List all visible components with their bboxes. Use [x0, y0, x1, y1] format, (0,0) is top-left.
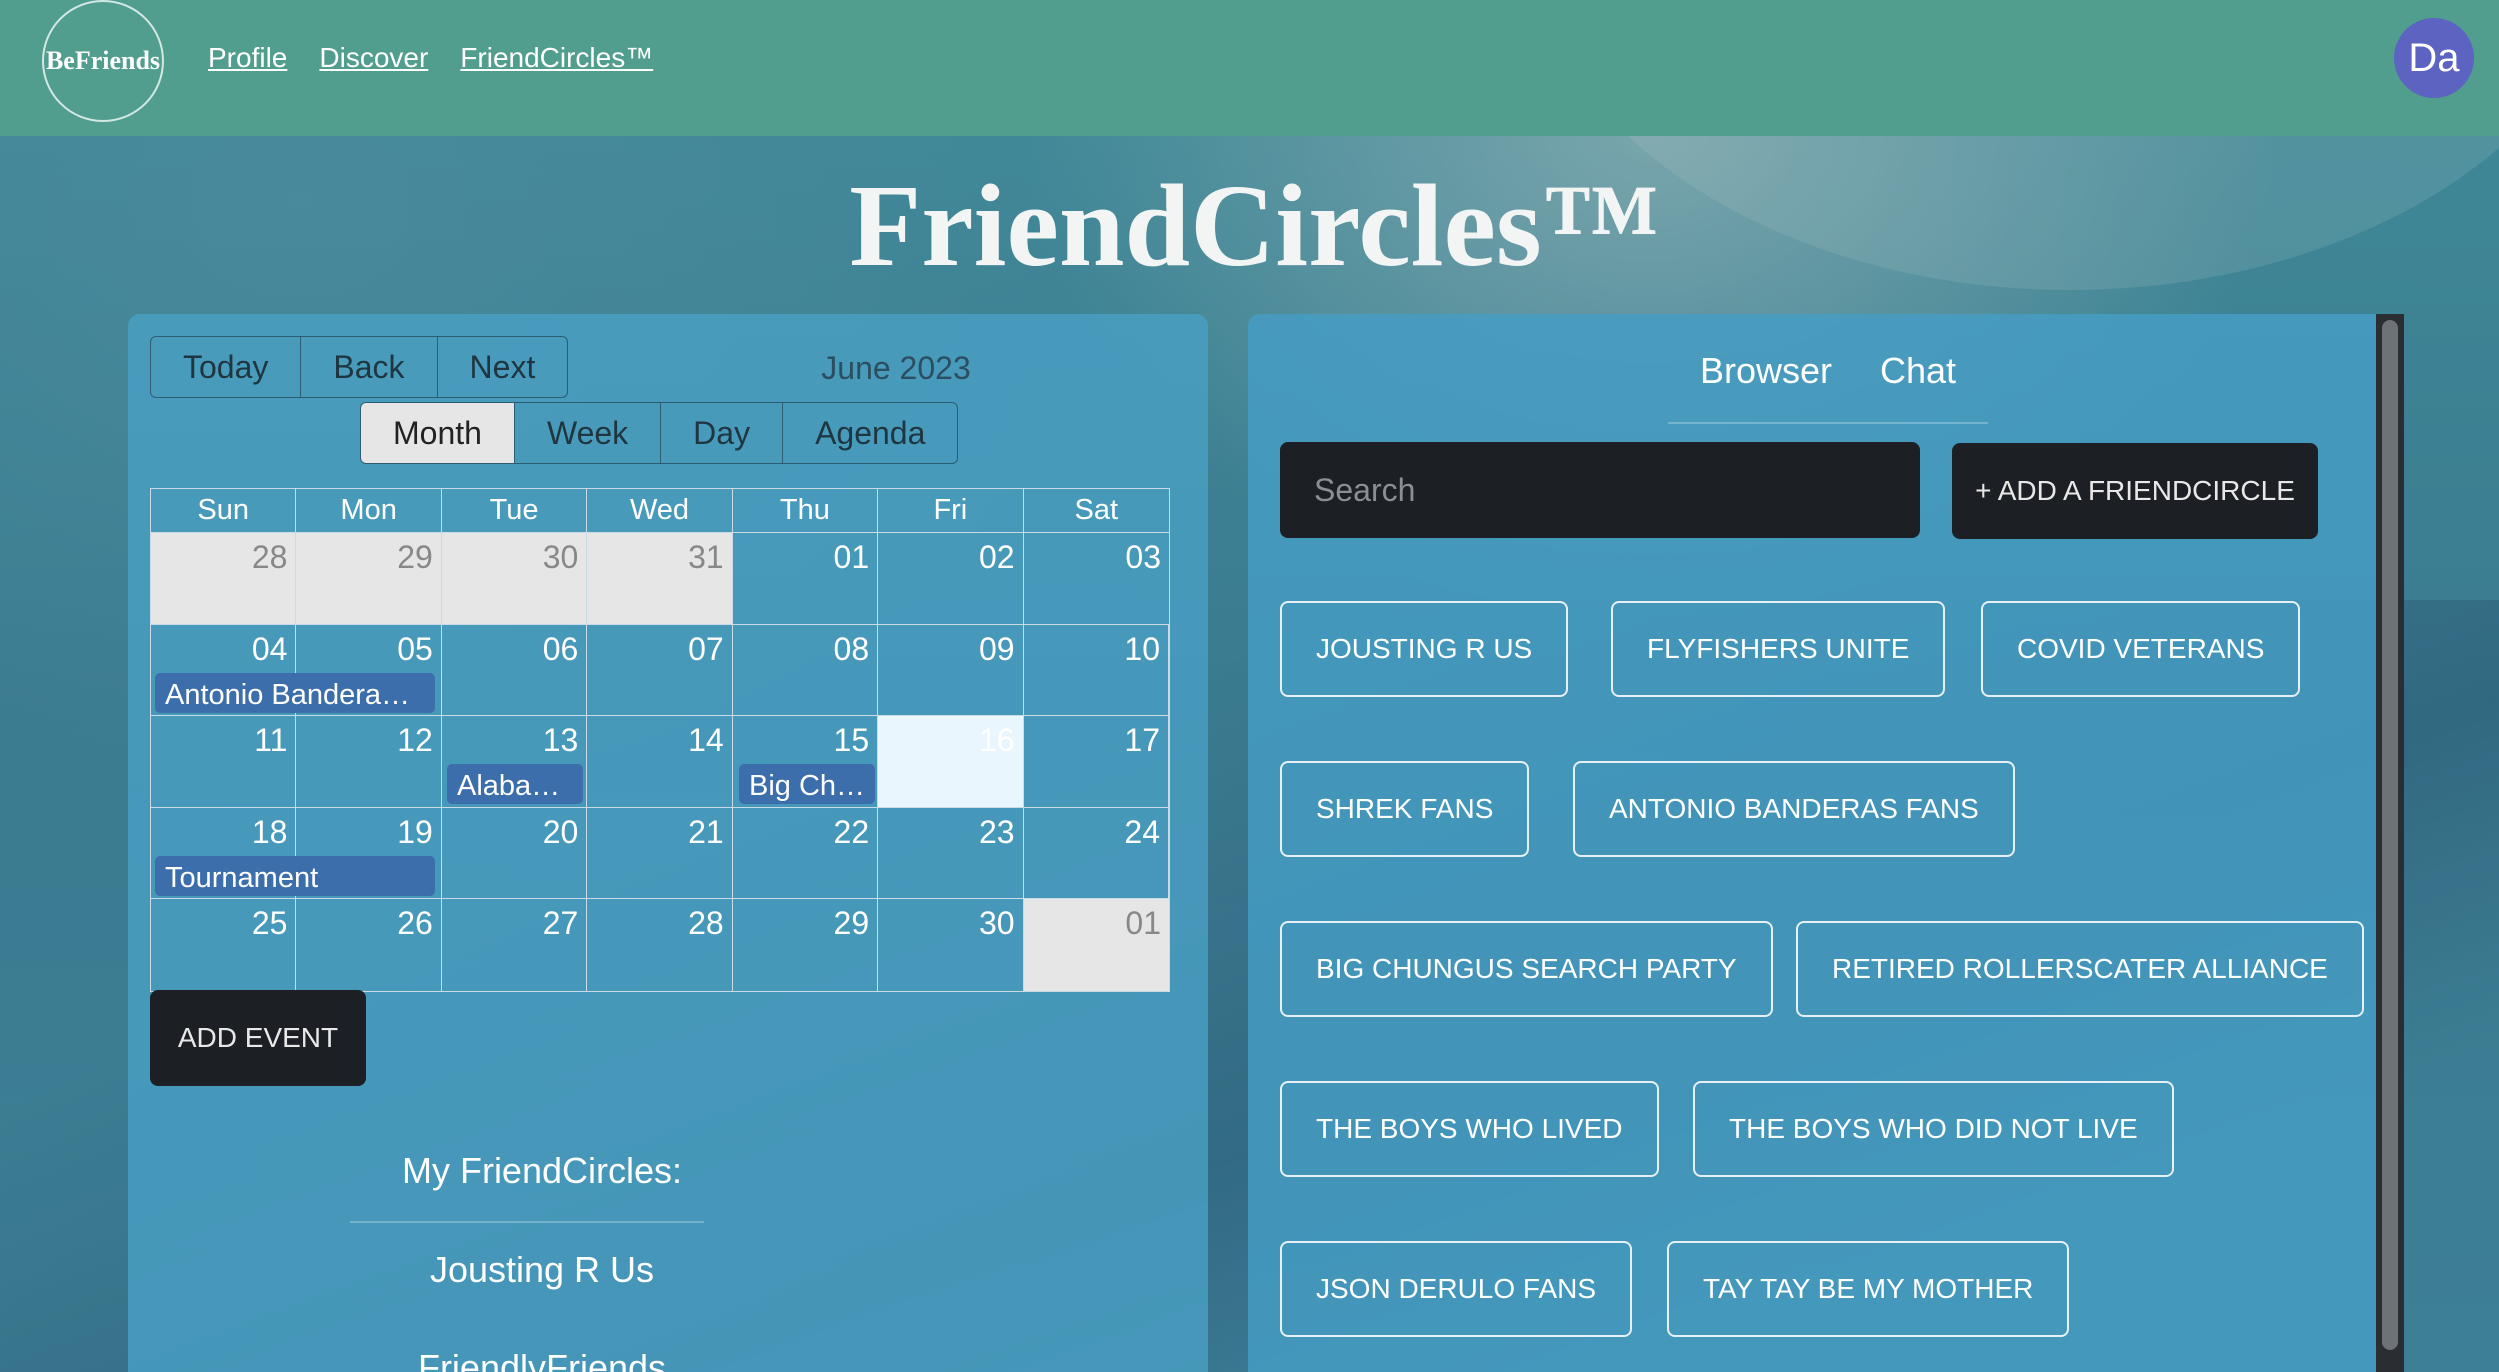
- calendar-event[interactable]: Big Ch…: [739, 764, 875, 804]
- calendar-day[interactable]: 30: [441, 533, 588, 624]
- month-label: June 2023: [821, 350, 971, 386]
- nav-link-profile[interactable]: Profile: [208, 42, 287, 74]
- weekday-label: Mon: [296, 489, 442, 533]
- calendar-day[interactable]: 29: [733, 899, 879, 991]
- calendar-day[interactable]: 17: [1024, 716, 1169, 807]
- view-day-button[interactable]: Day: [661, 402, 784, 464]
- friendcircle-chip[interactable]: JOUSTING R US: [1280, 601, 1569, 697]
- friendcircle-chip[interactable]: THE BOYS WHO LIVED: [1280, 1081, 1659, 1177]
- calendar-event[interactable]: Antonio Bandera…: [155, 672, 435, 713]
- calendar-nav-buttons: Today Back Next: [150, 336, 569, 398]
- friendcircle-chip[interactable]: FLYFISHERS UNITE: [1611, 601, 1946, 697]
- view-week-button[interactable]: Week: [514, 402, 662, 464]
- friendcircle-chip[interactable]: COVID VETERANS: [1981, 601, 2301, 697]
- search-input[interactable]: [1280, 442, 1920, 538]
- weekday-label: Sun: [151, 489, 297, 533]
- weekday-label: Tue: [441, 489, 588, 533]
- nav-link-discover[interactable]: Discover: [319, 42, 428, 74]
- calendar-day[interactable]: 14: [587, 716, 733, 807]
- calendar-day[interactable]: 27: [442, 899, 588, 991]
- calendar-day[interactable]: 29: [296, 533, 442, 624]
- logo[interactable]: BeFriends: [42, 0, 164, 122]
- calendar-view-buttons: Month Week Day Agenda: [360, 402, 959, 464]
- calendar-day[interactable]: 03: [1024, 533, 1169, 624]
- calendar-event[interactable]: Tournament: [155, 855, 435, 896]
- my-circle-item[interactable]: FriendlyFriends: [128, 1347, 928, 1372]
- calendar-day[interactable]: 25: [151, 899, 297, 991]
- main-nav: Profile Discover FriendCircles™: [208, 42, 653, 74]
- month-calendar: Sun Mon Tue Wed Thu Fri Sat 28 29 30 31 …: [150, 488, 1170, 992]
- today-button[interactable]: Today: [150, 336, 302, 398]
- scrollbar-thumb[interactable]: [2382, 320, 2398, 1350]
- calendar-day[interactable]: 22: [733, 807, 879, 898]
- tab-browser[interactable]: Browser: [1700, 350, 1832, 392]
- scrollbar[interactable]: [2376, 314, 2404, 1372]
- calendar-week: 18 19 20 21 22 23 24 Tournament: [151, 807, 1169, 899]
- calendar-day[interactable]: 11: [151, 716, 297, 807]
- calendar-panel: Today Back Next June 2023 Month Week Day…: [128, 314, 1208, 1372]
- my-circle-item[interactable]: Jousting R Us: [128, 1249, 928, 1291]
- friendcircle-chip[interactable]: JSON DERULO FANS: [1280, 1241, 1633, 1337]
- friendcircle-chip[interactable]: BIG CHUNGUS SEARCH PARTY: [1280, 921, 1773, 1017]
- weekday-label: Fri: [878, 489, 1024, 533]
- calendar-day[interactable]: 07: [587, 624, 733, 715]
- calendar-day[interactable]: 10: [1024, 624, 1169, 715]
- nav-link-friendcircles[interactable]: FriendCircles™: [460, 42, 653, 74]
- calendar-week: 25 26 27 28 29 30 01: [151, 899, 1169, 991]
- add-friendcircle-button[interactable]: + ADD A FRIENDCIRCLE: [1952, 443, 2318, 539]
- top-bar: BeFriends Profile Discover FriendCircles…: [0, 0, 2499, 136]
- friendcircle-chip[interactable]: SHREK FANS: [1280, 761, 1530, 857]
- add-event-button[interactable]: ADD EVENT: [150, 990, 366, 1086]
- calendar-day[interactable]: 24: [1024, 807, 1169, 898]
- calendar-day-today[interactable]: 16: [878, 716, 1024, 807]
- weekday-header: Sun Mon Tue Wed Thu Fri Sat: [151, 489, 1169, 533]
- friendcircle-chip[interactable]: THE BOYS WHO DID NOT LIVE: [1693, 1081, 2174, 1177]
- page-title: FriendCircles™: [849, 160, 1660, 291]
- calendar-event[interactable]: Alaba…: [447, 764, 583, 804]
- calendar-week: 04 05 06 07 08 09 10 Antonio Bandera…: [151, 624, 1169, 716]
- calendar-day[interactable]: 21: [587, 807, 733, 898]
- back-button[interactable]: Back: [301, 336, 438, 398]
- calendar-day[interactable]: 26: [296, 899, 442, 991]
- calendar-day[interactable]: 01: [1023, 899, 1169, 991]
- calendar-day[interactable]: 28: [587, 899, 733, 991]
- avatar[interactable]: Da: [2394, 18, 2474, 98]
- friendcircle-chip[interactable]: RETIRED ROLLERSCATER ALLIANCE: [1796, 921, 2364, 1017]
- divider: [350, 1221, 704, 1223]
- view-month-button[interactable]: Month: [360, 402, 515, 464]
- calendar-day[interactable]: 01: [733, 533, 879, 624]
- my-circles-title: My FriendCircles:: [401, 1150, 683, 1191]
- friendcircle-chip[interactable]: TAY TAY BE MY MOTHER: [1667, 1241, 2070, 1337]
- calendar-day[interactable]: 02: [878, 533, 1024, 624]
- calendar-day[interactable]: 30: [878, 899, 1024, 991]
- weekday-label: Sat: [1023, 489, 1169, 533]
- friendcircle-browser-panel: Browser Chat + ADD A FRIENDCIRCLE JOUSTI…: [1248, 314, 2400, 1372]
- weekday-label: Thu: [732, 489, 879, 533]
- calendar-day[interactable]: 12: [296, 716, 442, 807]
- panel-tabs: Browser Chat: [1668, 334, 1988, 424]
- weekday-label: Wed: [587, 489, 733, 533]
- calendar-day[interactable]: 31: [587, 533, 733, 624]
- calendar-day[interactable]: 20: [442, 807, 588, 898]
- tab-chat[interactable]: Chat: [1880, 350, 1956, 392]
- next-button[interactable]: Next: [437, 336, 569, 398]
- calendar-day[interactable]: 09: [878, 624, 1024, 715]
- calendar-day[interactable]: 06: [442, 624, 588, 715]
- calendar-day[interactable]: 23: [878, 807, 1024, 898]
- calendar-day[interactable]: 08: [733, 624, 879, 715]
- view-agenda-button[interactable]: Agenda: [783, 402, 959, 464]
- friendcircle-chip[interactable]: ANTONIO BANDERAS FANS: [1573, 761, 2015, 857]
- calendar-day[interactable]: 28: [151, 533, 297, 624]
- calendar-week: 28 29 30 31 01 02 03: [151, 533, 1169, 625]
- calendar-week: 11 12 13 14 15 16 17 Alaba… Big Ch…: [151, 716, 1169, 808]
